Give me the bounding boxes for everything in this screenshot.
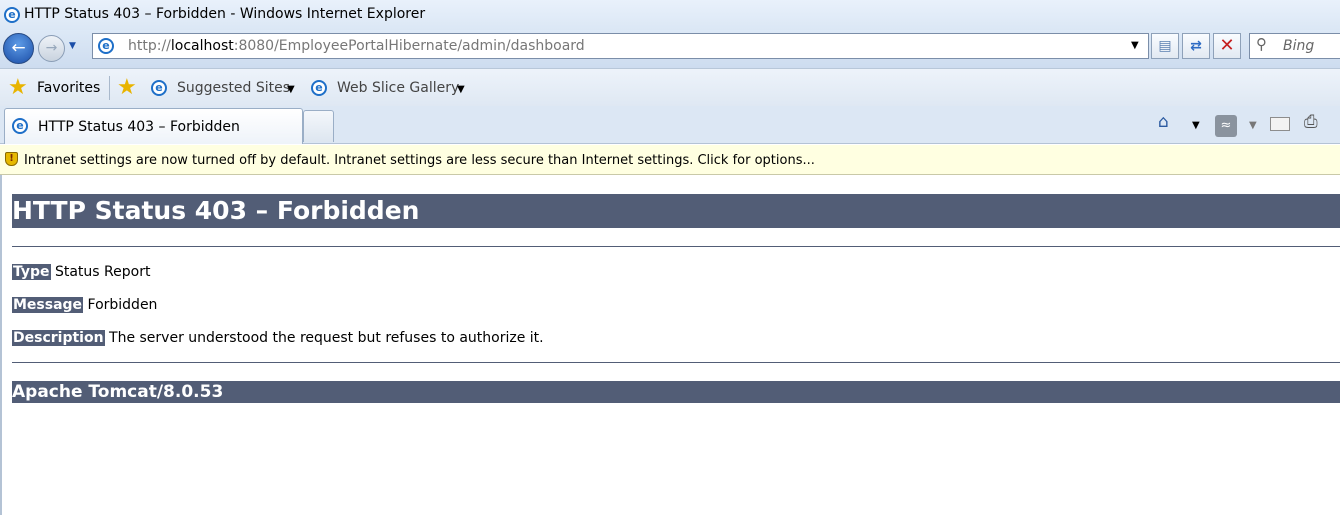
suggested-sites-link[interactable]: Suggested Sites: [177, 80, 290, 96]
description-label: Description: [12, 330, 105, 346]
suggested-sites-dropdown-icon[interactable]: ▼: [287, 84, 295, 95]
print-icon[interactable]: ⎙: [1304, 112, 1318, 132]
compatibility-icon: ▤: [1158, 38, 1172, 54]
refresh-button[interactable]: ⇄: [1182, 33, 1210, 59]
message-row: Message Forbidden: [12, 297, 157, 313]
favorites-separator: [109, 76, 110, 100]
tab-label[interactable]: HTTP Status 403 – Forbidden: [38, 119, 240, 135]
ie-logo-icon: e: [4, 7, 20, 23]
address-dropdown-arrow[interactable]: ▼: [1131, 40, 1139, 51]
refresh-icon: ⇄: [1190, 38, 1202, 54]
forward-button[interactable]: →: [38, 35, 65, 62]
type-row: Type Status Report: [12, 264, 150, 280]
description-row: Description The server understood the re…: [12, 330, 544, 346]
feeds-icon[interactable]: ≈: [1215, 115, 1237, 137]
feeds-dropdown-icon[interactable]: ▼: [1249, 120, 1257, 131]
divider: [12, 246, 1340, 247]
home-icon[interactable]: ⌂: [1158, 112, 1169, 132]
web-slice-gallery-icon: e: [311, 80, 327, 96]
type-value: Status Report: [50, 264, 151, 280]
web-slice-gallery-dropdown-icon[interactable]: ▼: [457, 84, 465, 95]
web-slice-gallery-link[interactable]: Web Slice Gallery: [337, 80, 459, 96]
type-label: Type: [12, 264, 51, 280]
search-placeholder[interactable]: Bing: [1283, 38, 1314, 54]
back-button[interactable]: ←: [3, 33, 34, 64]
compatibility-view-button[interactable]: ▤: [1151, 33, 1179, 59]
information-bar-message[interactable]: Intranet settings are now turned off by …: [24, 153, 815, 168]
message-value: Forbidden: [83, 297, 158, 313]
favorites-star-icon: ★: [8, 75, 28, 100]
server-footer: Apache Tomcat/8.0.53: [12, 381, 1340, 403]
security-shield-icon: !: [5, 152, 18, 166]
description-value: The server understood the request but re…: [104, 330, 544, 346]
window-title: HTTP Status 403 – Forbidden - Windows In…: [24, 6, 426, 22]
url-text[interactable]: http://localhost:8080/EmployeePortalHibe…: [128, 38, 585, 54]
suggested-sites-icon: e: [151, 80, 167, 96]
tab-page-icon: e: [12, 118, 28, 134]
stop-icon: ✕: [1219, 35, 1235, 56]
new-tab-button[interactable]: [303, 110, 334, 142]
read-mail-icon[interactable]: [1270, 117, 1290, 131]
content-left-border: [0, 175, 2, 515]
page-title: HTTP Status 403 – Forbidden: [12, 194, 1340, 228]
home-dropdown-icon[interactable]: ▼: [1192, 120, 1200, 131]
recent-pages-dropdown[interactable]: ▼: [69, 41, 76, 51]
stop-button[interactable]: ✕: [1213, 33, 1241, 59]
message-label: Message: [12, 297, 84, 313]
divider: [12, 362, 1340, 363]
add-to-favorites-icon[interactable]: ★: [117, 77, 137, 99]
favorites-button[interactable]: Favorites: [37, 80, 100, 96]
page-ie-icon: e: [98, 38, 114, 54]
search-icon: ⚲: [1256, 35, 1267, 53]
